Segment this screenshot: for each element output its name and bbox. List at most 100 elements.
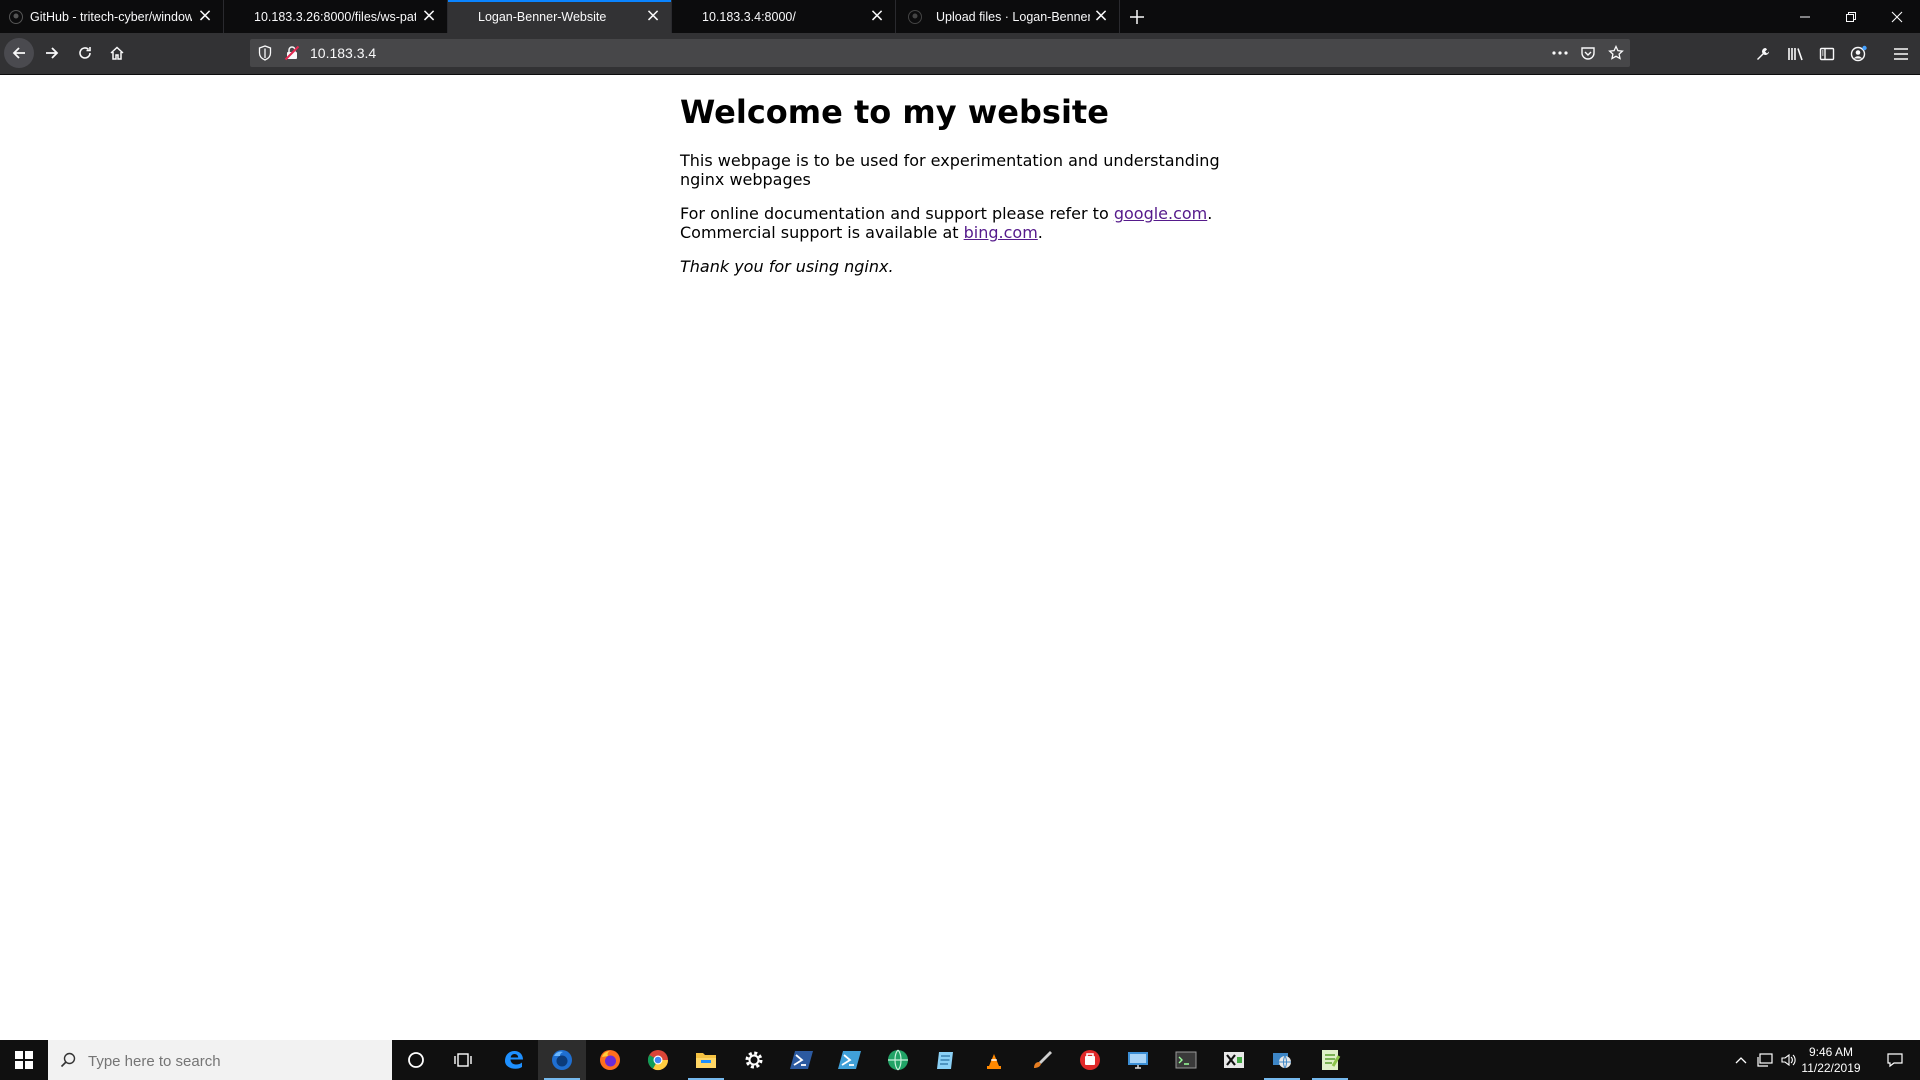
mail-app-button[interactable]	[1066, 1040, 1114, 1080]
app-badge-icon	[1080, 1050, 1100, 1070]
back-button[interactable]	[4, 38, 34, 68]
tab-upload-files[interactable]: Upload files · Logan-Benner/website ×	[896, 0, 1120, 33]
network-tool-button[interactable]	[1258, 1040, 1306, 1080]
edge-button[interactable]	[490, 1040, 538, 1080]
developer-tools-button[interactable]	[1752, 44, 1774, 64]
app-menu-button[interactable]	[1890, 44, 1912, 64]
close-icon[interactable]: ×	[869, 7, 885, 25]
powershell-button[interactable]	[778, 1040, 826, 1080]
sidebar-icon	[1819, 47, 1835, 61]
tab-logan-benner-website[interactable]: Logan-Benner-Website ×	[448, 0, 672, 33]
close-window-button[interactable]	[1874, 0, 1920, 33]
chrome-icon	[647, 1050, 669, 1071]
ellipsis-icon	[1552, 51, 1568, 55]
terminal-icon	[1175, 1051, 1197, 1069]
minimize-icon	[1800, 16, 1810, 17]
network-icon[interactable]	[1756, 1052, 1774, 1068]
notepad-button[interactable]	[922, 1040, 970, 1080]
vlc-button[interactable]	[970, 1040, 1018, 1080]
task-view-button[interactable]	[440, 1040, 488, 1080]
tab-label: 10.183.3.26:8000/files/ws-path.py	[254, 9, 416, 24]
intro-paragraph: This webpage is to be used for experimen…	[680, 151, 1220, 189]
firefox-dev-button[interactable]	[538, 1040, 586, 1080]
address-bar[interactable]: 10.183.3.4	[250, 39, 1630, 67]
firefox-developer-icon	[552, 1050, 572, 1070]
network-app-button[interactable]	[874, 1040, 922, 1080]
page-viewport: Welcome to my website This webpage is to…	[0, 75, 1920, 1040]
remote-desktop-button[interactable]	[1114, 1040, 1162, 1080]
powershell-ise-button[interactable]	[826, 1040, 874, 1080]
x-server-icon	[1224, 1052, 1244, 1068]
thanks-paragraph: Thank you for using nginx.	[680, 257, 1220, 276]
notepad-icon	[937, 1052, 953, 1069]
cortana-icon	[408, 1052, 424, 1068]
intro-text: This webpage is to be used for experimen…	[680, 151, 1220, 189]
sidebar-button[interactable]	[1816, 44, 1838, 64]
windows-logo-icon	[15, 1051, 33, 1069]
system-clock[interactable]: 9:46 AM 11/22/2019	[1796, 1044, 1866, 1076]
clock-date: 11/22/2019	[1801, 1061, 1861, 1075]
tracking-shield-icon[interactable]	[258, 45, 272, 65]
reload-button[interactable]	[70, 38, 100, 68]
restore-icon	[1846, 11, 1856, 22]
new-tab-button[interactable]	[1120, 0, 1154, 33]
chevron-up-icon[interactable]	[1732, 1052, 1750, 1068]
insecure-lock-icon[interactable]	[284, 45, 300, 65]
start-button[interactable]	[0, 1040, 48, 1080]
github-icon	[9, 10, 23, 24]
tab-ws-path[interactable]: 10.183.3.26:8000/files/ws-path.py ×	[224, 0, 448, 33]
bookmark-star-button[interactable]	[1606, 44, 1626, 62]
page-body: Welcome to my website This webpage is to…	[680, 93, 1220, 291]
xming-button[interactable]	[1210, 1040, 1258, 1080]
windows-taskbar: 9:46 AM 11/22/2019	[0, 1040, 1920, 1080]
home-button[interactable]	[102, 38, 132, 68]
firefox-button[interactable]	[586, 1040, 634, 1080]
arrow-left-icon	[12, 47, 25, 59]
tab-github-windows[interactable]: GitHub - tritech-cyber/windows ×	[0, 0, 224, 33]
tab-strip: GitHub - tritech-cyber/windows × 10.183.…	[0, 0, 1920, 33]
clock-time: 9:46 AM	[1808, 1045, 1854, 1059]
tab-10-183-3-4-8000[interactable]: 10.183.3.4:8000/ ×	[672, 0, 896, 33]
account-icon	[1850, 45, 1867, 62]
navigation-toolbar: 10.183.3.4	[0, 33, 1920, 75]
powershell-icon	[790, 1051, 813, 1069]
commercial-period: .	[1037, 223, 1043, 242]
account-button[interactable]	[1848, 44, 1870, 64]
network-globe-icon	[1273, 1053, 1291, 1069]
wrench-icon	[1757, 48, 1769, 60]
pocket-button[interactable]	[1578, 44, 1598, 62]
page-actions-button[interactable]	[1550, 44, 1570, 62]
monitor-icon	[1128, 1052, 1148, 1069]
close-icon	[1891, 11, 1903, 22]
paint-tool-button[interactable]	[1018, 1040, 1066, 1080]
system-tray: 9:46 AM 11/22/2019	[1720, 1040, 1920, 1080]
close-icon[interactable]: ×	[421, 7, 437, 25]
forward-button[interactable]	[37, 38, 67, 68]
terminal-button[interactable]	[1162, 1040, 1210, 1080]
tab-label: 10.183.3.4:8000/	[702, 9, 796, 24]
taskbar-search-box[interactable]	[48, 1040, 392, 1080]
brush-icon	[1034, 1051, 1052, 1068]
home-icon	[110, 46, 124, 60]
bing-link[interactable]: bing.com	[964, 223, 1038, 242]
close-icon[interactable]: ×	[197, 7, 213, 25]
close-icon[interactable]: ×	[645, 7, 661, 25]
page-title: Welcome to my website	[680, 93, 1109, 131]
tab-label: Logan-Benner-Website	[478, 9, 607, 24]
settings-button[interactable]	[730, 1040, 778, 1080]
google-link[interactable]: google.com	[1114, 204, 1207, 223]
chrome-button[interactable]	[634, 1040, 682, 1080]
notification-center-icon[interactable]	[1886, 1052, 1904, 1068]
gear-icon	[745, 1051, 763, 1069]
edge-icon	[505, 1051, 523, 1069]
traffic-cone-icon	[987, 1054, 1001, 1069]
restore-button[interactable]	[1828, 0, 1874, 33]
notepad-plus-button[interactable]	[1306, 1040, 1354, 1080]
search-input[interactable]	[86, 1050, 380, 1072]
cortana-button[interactable]	[392, 1040, 440, 1080]
thanks-text: Thank you for using nginx.	[680, 257, 894, 276]
close-icon[interactable]: ×	[1093, 7, 1109, 25]
minimize-button[interactable]	[1782, 0, 1828, 33]
library-button[interactable]	[1785, 44, 1807, 64]
file-explorer-button[interactable]	[682, 1040, 730, 1080]
